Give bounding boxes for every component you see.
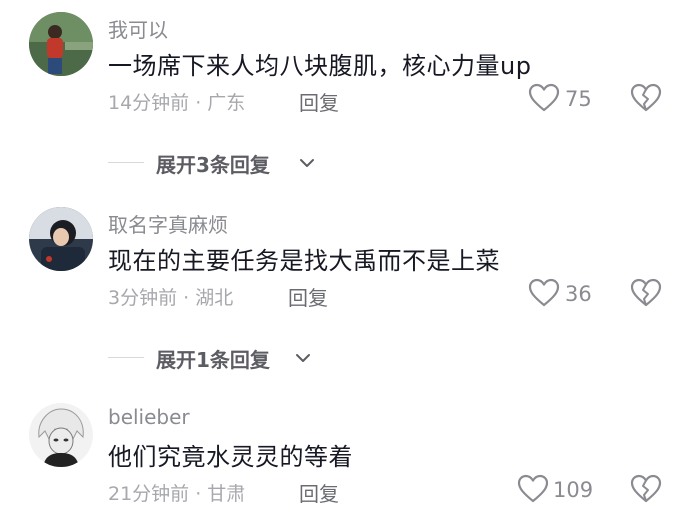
comment-text: 现在的主要任务是找大禹而不是上菜 <box>108 247 500 275</box>
comment-item: belieber 他们究竟水灵灵的等着 21分钟前 · 甘肃 回复 109 <box>0 403 690 513</box>
divider-line <box>108 162 144 163</box>
chevron-down-icon <box>296 354 310 362</box>
broken-heart-icon[interactable] <box>630 277 662 309</box>
avatar-image <box>29 207 93 271</box>
avatar[interactable] <box>29 207 93 271</box>
comment-username[interactable]: 取名字真麻烦 <box>108 209 228 238</box>
avatar-image <box>29 403 93 467</box>
divider-line <box>108 357 144 358</box>
avatar[interactable] <box>29 403 93 467</box>
comment-meta: 3分钟前 · 湖北 <box>108 287 234 309</box>
heart-outline-icon[interactable] <box>528 83 560 113</box>
reply-button[interactable]: 回复 <box>299 87 339 116</box>
reply-button[interactable]: 回复 <box>288 282 328 311</box>
avatar-image <box>29 12 93 76</box>
expand-replies-button[interactable]: 展开3条回复 <box>108 149 408 179</box>
heart-outline-icon[interactable] <box>528 278 560 308</box>
like-count: 36 <box>565 282 592 306</box>
avatar[interactable] <box>29 12 93 76</box>
like-count: 109 <box>553 478 594 502</box>
like-count: 75 <box>565 87 592 111</box>
chevron-down-icon <box>300 159 314 167</box>
broken-heart-icon[interactable] <box>630 473 662 505</box>
comment-meta: 21分钟前 · 甘肃 <box>108 483 246 505</box>
heart-outline-icon[interactable] <box>517 474 549 504</box>
broken-heart-icon[interactable] <box>630 82 662 114</box>
expand-replies-button[interactable]: 展开1条回复 <box>108 344 408 374</box>
comment-text: 一场席下来人均八块腹肌，核心力量up <box>108 52 532 80</box>
reply-button[interactable]: 回复 <box>299 478 339 507</box>
comment-item: 我可以 一场席下来人均八块腹肌，核心力量up 14分钟前 · 广东 回复 75 <box>0 12 690 122</box>
comment-text: 他们究竟水灵灵的等着 <box>108 443 353 471</box>
expand-replies-label: 展开3条回复 <box>156 153 270 177</box>
expand-replies-label: 展开1条回复 <box>156 348 270 372</box>
comment-username[interactable]: 我可以 <box>108 14 168 43</box>
comment-meta: 14分钟前 · 广东 <box>108 92 246 114</box>
comment-item: 取名字真麻烦 现在的主要任务是找大禹而不是上菜 3分钟前 · 湖北 回复 36 <box>0 207 690 317</box>
comment-username[interactable]: belieber <box>108 405 190 429</box>
